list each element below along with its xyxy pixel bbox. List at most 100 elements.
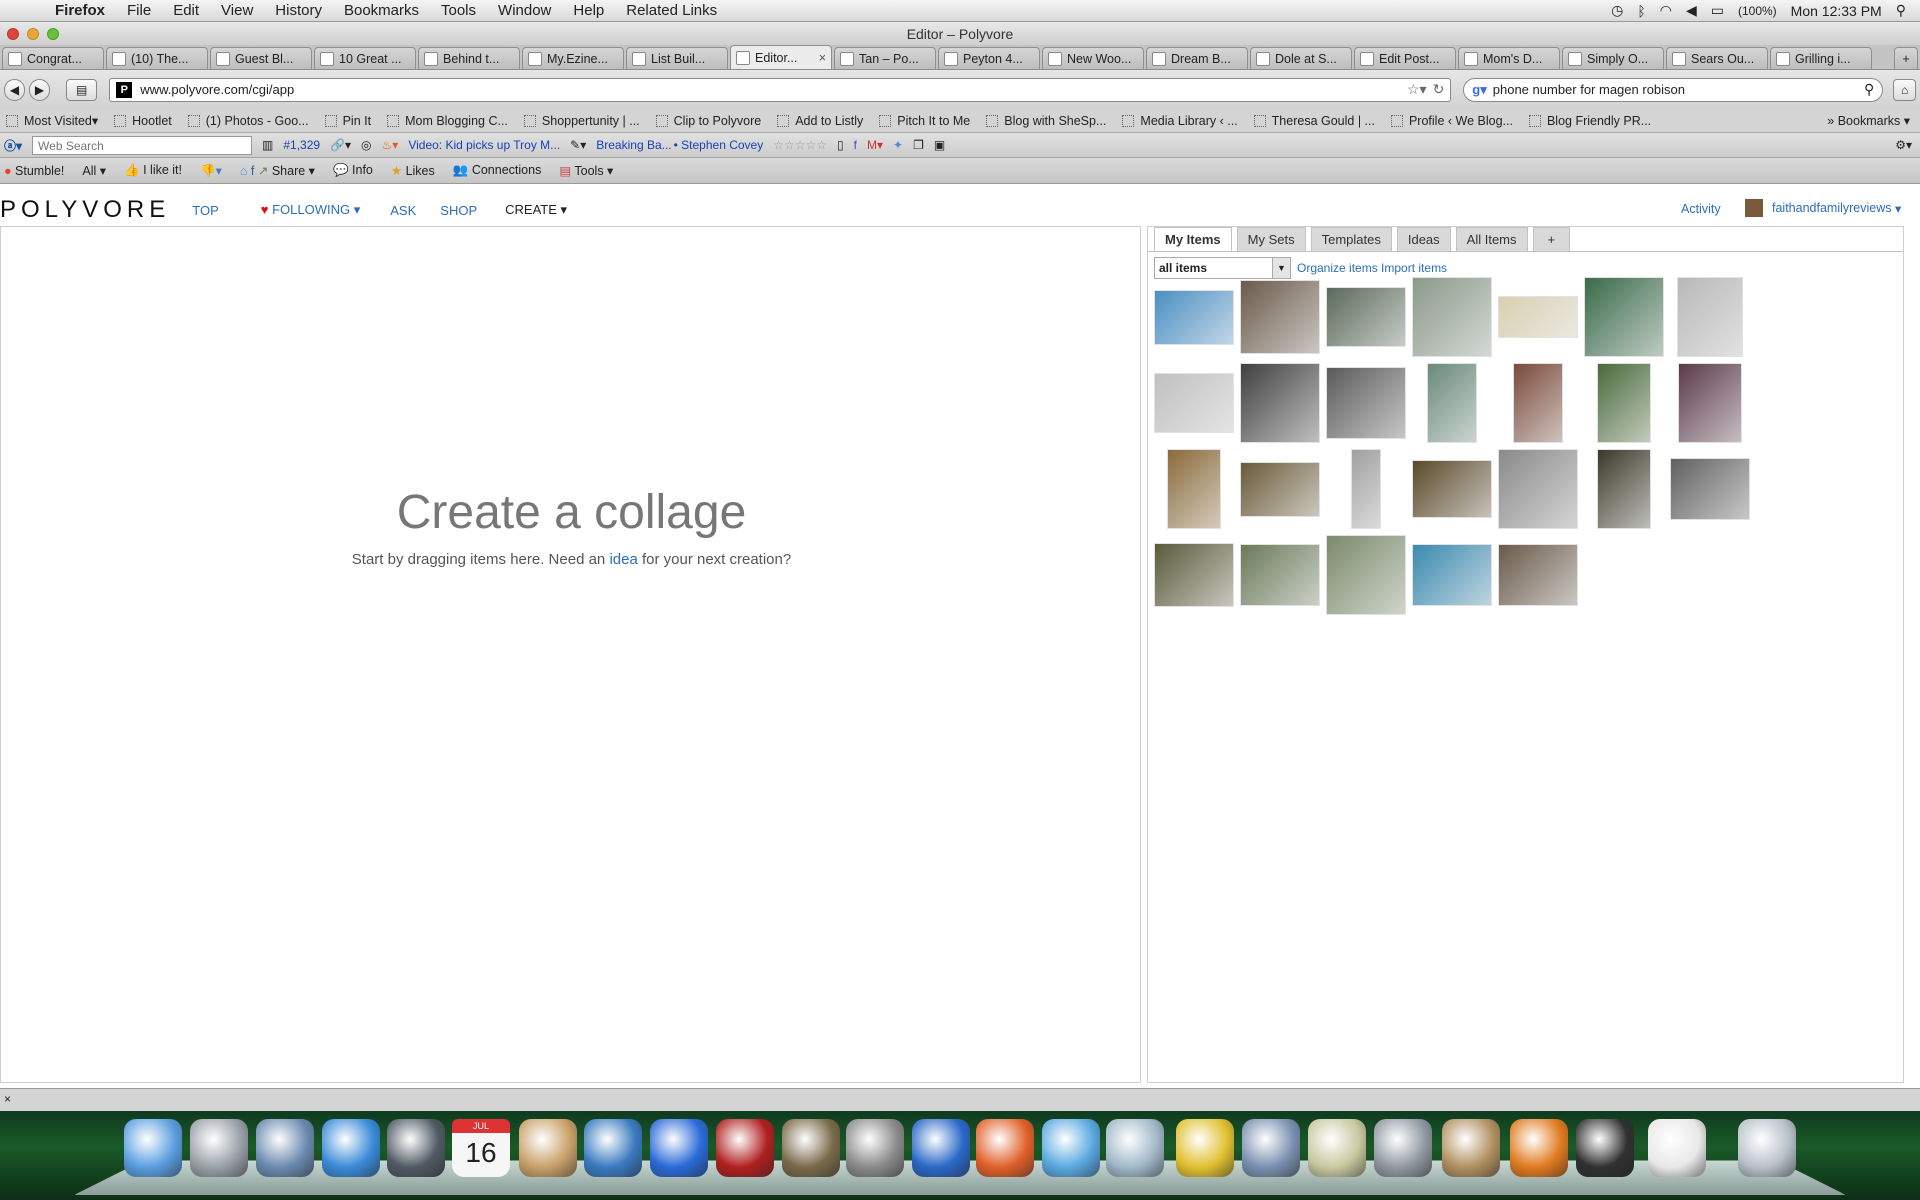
browser-tab[interactable]: Simply O... [1562, 47, 1664, 69]
item-thumbnail-turkey-fryer[interactable] [1677, 277, 1743, 357]
wifi-icon[interactable]: ◠ [1660, 2, 1672, 19]
battery-icon[interactable]: ▭ [1711, 2, 1724, 19]
item-thumbnail-bbq-tool-set[interactable] [1326, 367, 1406, 439]
browser-tab[interactable]: Dream B... [1146, 47, 1248, 69]
item-thumbnail-lantern[interactable] [1412, 277, 1492, 357]
menu-history[interactable]: History [264, 2, 333, 19]
zoom-window-icon[interactable] [47, 28, 59, 40]
safari-icon[interactable] [322, 1119, 380, 1177]
minimize-window-icon[interactable] [27, 28, 39, 40]
connections-button[interactable]: 👥 Connections [453, 163, 542, 178]
tab-templates[interactable]: Templates [1310, 227, 1392, 251]
tab-my-items[interactable]: My Items [1154, 227, 1232, 252]
video-news-link[interactable]: Video: Kid picks up Troy M... [408, 138, 560, 152]
item-thumbnail-tiered-planter[interactable] [1351, 449, 1381, 529]
nav-create[interactable]: CREATE ▾ [505, 202, 567, 218]
menu-tools[interactable]: Tools [430, 2, 487, 19]
bookmark-item[interactable]: Clip to Polyvore [655, 114, 761, 128]
stats-icon[interactable]: ▥ [262, 138, 273, 152]
system-prefs-icon[interactable] [846, 1119, 904, 1177]
printer-icon[interactable] [1576, 1119, 1634, 1177]
item-thumbnail-pool[interactable] [1412, 544, 1492, 606]
item-thumbnail-fire-pit[interactable] [1670, 458, 1750, 520]
menu-firefox[interactable]: Firefox [44, 2, 116, 19]
bookmark-item[interactable]: Theresa Gould | ... [1253, 114, 1375, 128]
browser-tab[interactable]: My.Ezine... [522, 47, 624, 69]
thumbs-down-icon[interactable]: 👎▾ [200, 163, 222, 179]
nav-ask[interactable]: ASK [390, 203, 416, 218]
bluetooth-icon[interactable]: ᛒ [1637, 3, 1645, 19]
breaking-news-link[interactable]: Breaking Ba... [596, 138, 671, 152]
url-bar[interactable]: P www.polyvore.com/cgi/app ☆▾ ↻ [109, 77, 1452, 102]
hp-icon[interactable] [1374, 1119, 1432, 1177]
sparkle-icon[interactable]: ✦ [893, 138, 903, 152]
bookmark-item[interactable]: Blog with SheSp... [986, 114, 1106, 128]
photo-booth-icon[interactable] [716, 1119, 774, 1177]
powerpoint-icon[interactable] [976, 1119, 1034, 1177]
browser-tab[interactable]: Dole at S... [1250, 47, 1352, 69]
bookmark-item[interactable]: Most Visited ▾ [6, 113, 98, 128]
activity-link[interactable]: Activity [1681, 202, 1721, 216]
spotlight-icon[interactable]: ⚲ [1896, 2, 1906, 19]
finder-icon[interactable] [124, 1119, 182, 1177]
browser-tab[interactable]: Mom's D... [1458, 47, 1560, 69]
item-thumbnail-door-figure[interactable] [1513, 363, 1563, 443]
notes-icon[interactable]: ▯ [837, 138, 844, 152]
item-thumbnail-patio-lounge-chair[interactable] [1240, 280, 1320, 354]
back-button[interactable]: ◀ [4, 78, 25, 101]
bookmark-item[interactable]: Media Library ‹ ... [1122, 114, 1238, 128]
menu-view[interactable]: View [210, 2, 264, 19]
site-identity-icon[interactable]: ▤ [65, 78, 98, 101]
likes-button[interactable]: ★ Likes [391, 163, 435, 178]
i-like-it-button[interactable]: 👍 I like it! [124, 163, 182, 178]
gmail-icon[interactable]: M▾ [867, 138, 883, 152]
forward-button[interactable]: ▶ [28, 78, 50, 101]
tools-button[interactable]: ▤ Tools ▾ [559, 163, 613, 178]
preview-icon[interactable] [1242, 1119, 1300, 1177]
item-thumbnail-string-lights[interactable] [1498, 296, 1578, 338]
nav-following[interactable]: ♥ FOLLOWING ▾ [261, 202, 361, 218]
menu-edit[interactable]: Edit [162, 2, 210, 19]
bookmark-item[interactable]: Pitch It to Me [879, 114, 970, 128]
item-thumbnail-gas-grill[interactable] [1498, 449, 1578, 529]
item-thumbnail-garden-arbor[interactable] [1597, 363, 1651, 443]
browser-tab[interactable]: Sears Ou... [1666, 47, 1768, 69]
messenger-icon[interactable] [1042, 1119, 1100, 1177]
close-addon-bar-icon[interactable]: × [4, 1092, 11, 1106]
bookmarks-menu-button[interactable]: » Bookmarks ▾ [1827, 113, 1910, 128]
items-filter-select[interactable]: all items ▼ [1154, 257, 1291, 279]
bookmark-item[interactable]: Mom Blogging C... [387, 114, 508, 128]
item-thumbnail-rock-fountain[interactable] [1597, 449, 1651, 529]
close-tab-icon[interactable]: × [819, 51, 826, 65]
item-thumbnail-hummingbird-lights[interactable] [1584, 277, 1664, 357]
fire-icon[interactable]: ♨▾ [382, 138, 399, 152]
nav-top[interactable]: TOP [192, 203, 219, 218]
browser-tab[interactable]: Behind t... [418, 47, 520, 69]
browser-tab[interactable]: Edit Post... [1354, 47, 1456, 69]
star-icon[interactable]: ☆▾ [1407, 81, 1427, 98]
web-search-input[interactable]: Web Search [32, 135, 253, 155]
home-icon[interactable]: ⌂ [1893, 78, 1916, 101]
card-icon[interactable]: ▣ [934, 138, 945, 152]
toolbar-logo-icon[interactable]: ⓐ▾ [4, 137, 22, 154]
web-icon[interactable] [584, 1119, 642, 1177]
tab-ideas[interactable]: Ideas [1396, 227, 1451, 251]
address-book-icon[interactable] [519, 1119, 577, 1177]
facetime-icon[interactable] [387, 1119, 445, 1177]
rank-link[interactable]: #1,329 [283, 138, 320, 152]
bookmark-item[interactable]: Profile ‹ We Blog... [1390, 114, 1513, 128]
browser-tab[interactable]: List Buil... [626, 47, 728, 69]
docs-icon[interactable] [1648, 1119, 1706, 1177]
item-thumbnail-garden-sign[interactable] [1427, 363, 1477, 443]
browser-tab[interactable]: Peyton 4... [938, 47, 1040, 69]
rating-stars[interactable]: ☆☆☆☆☆ [773, 138, 827, 152]
user-menu[interactable]: faithandfamilyreviews ▾ [1745, 199, 1901, 217]
menu-related-links[interactable]: Related Links [615, 2, 728, 19]
item-thumbnail-grill-cover[interactable] [1412, 460, 1492, 518]
bookmark-item[interactable]: Pin It [324, 114, 371, 128]
tab-all-items[interactable]: All Items [1455, 227, 1528, 251]
item-thumbnail-ottoman[interactable] [1154, 543, 1234, 607]
share-button[interactable]: ⌂ f ↗ Share ▾ [240, 163, 315, 178]
iphoto-icon[interactable] [782, 1119, 840, 1177]
organize-items-link[interactable]: Organize items [1297, 261, 1378, 275]
